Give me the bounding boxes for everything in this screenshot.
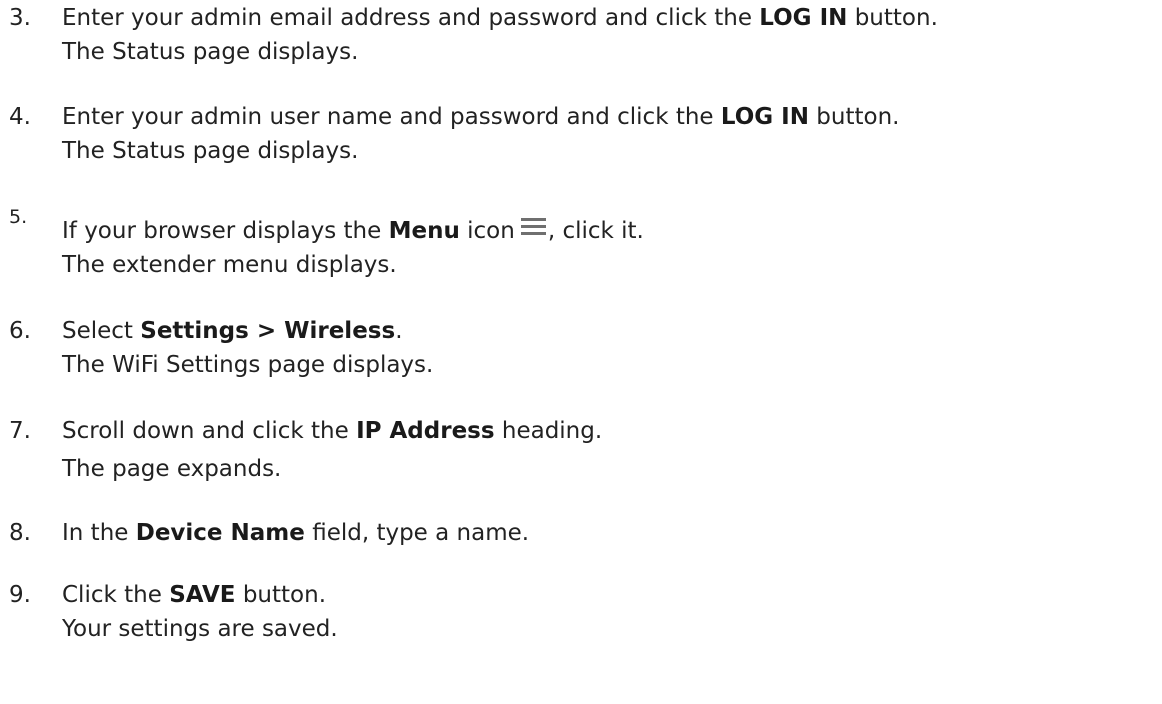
step-instruction: If your browser displays the Menu icon , … — [62, 215, 644, 247]
step-result: The extender menu displays. — [62, 252, 397, 278]
instruction-document: 3. Enter your admin email address and pa… — [0, 0, 1162, 704]
step-number: 5. — [9, 206, 28, 228]
step-instruction: Enter your admin email address and passw… — [62, 2, 938, 34]
step-result: Your settings are saved. — [62, 616, 338, 642]
step-instruction: Enter your admin user name and password … — [62, 101, 899, 133]
instruction-text: Scroll down and click the — [62, 418, 357, 444]
instruction-text: If your browser displays the — [62, 218, 389, 244]
step-instruction: In the Device Name field, type a name. — [62, 517, 529, 549]
instruction-text: Enter your admin user name and password … — [62, 104, 721, 130]
step-instruction: Click the SAVE button. — [62, 579, 326, 611]
instruction-text: button. — [847, 5, 938, 31]
step-result: The Status page displays. — [62, 39, 359, 65]
step-result: The WiFi Settings page displays. — [62, 352, 434, 378]
menu-label: Menu — [388, 218, 460, 244]
step-number: 3. — [9, 5, 31, 31]
menu-path: Settings > Wireless — [140, 318, 396, 344]
step-result: The page expands. — [62, 456, 282, 482]
step-instruction: Select Settings > Wireless. — [62, 315, 403, 347]
step-number: 8. — [9, 520, 31, 546]
step-number: 7. — [9, 418, 31, 444]
button-name-save: SAVE — [169, 582, 236, 608]
instruction-text: , click it. — [547, 218, 644, 244]
field-name-device-name: Device Name — [135, 520, 305, 546]
button-name-log-in: LOG IN — [720, 104, 809, 130]
step-result: The Status page displays. — [62, 138, 359, 164]
instruction-text: In the — [62, 520, 136, 546]
step-number: 9. — [9, 582, 31, 608]
instruction-text: Select — [62, 318, 141, 344]
instruction-text: heading. — [494, 418, 603, 444]
instruction-text: button. — [809, 104, 900, 130]
step-instruction: Scroll down and click the IP Address hea… — [62, 415, 602, 447]
step-number: 4. — [9, 104, 31, 130]
button-name-log-in: LOG IN — [759, 5, 848, 31]
instruction-text: . — [395, 318, 403, 344]
heading-name-ip-address: IP Address — [356, 418, 495, 444]
menu-hamburger-icon — [520, 218, 546, 236]
instruction-text: icon — [459, 218, 515, 244]
instruction-text: Click the — [62, 582, 170, 608]
instruction-text: Enter your admin email address and passw… — [62, 5, 760, 31]
step-number: 6. — [9, 318, 31, 344]
instruction-text: button. — [235, 582, 326, 608]
instruction-text: field, type a name. — [304, 520, 530, 546]
